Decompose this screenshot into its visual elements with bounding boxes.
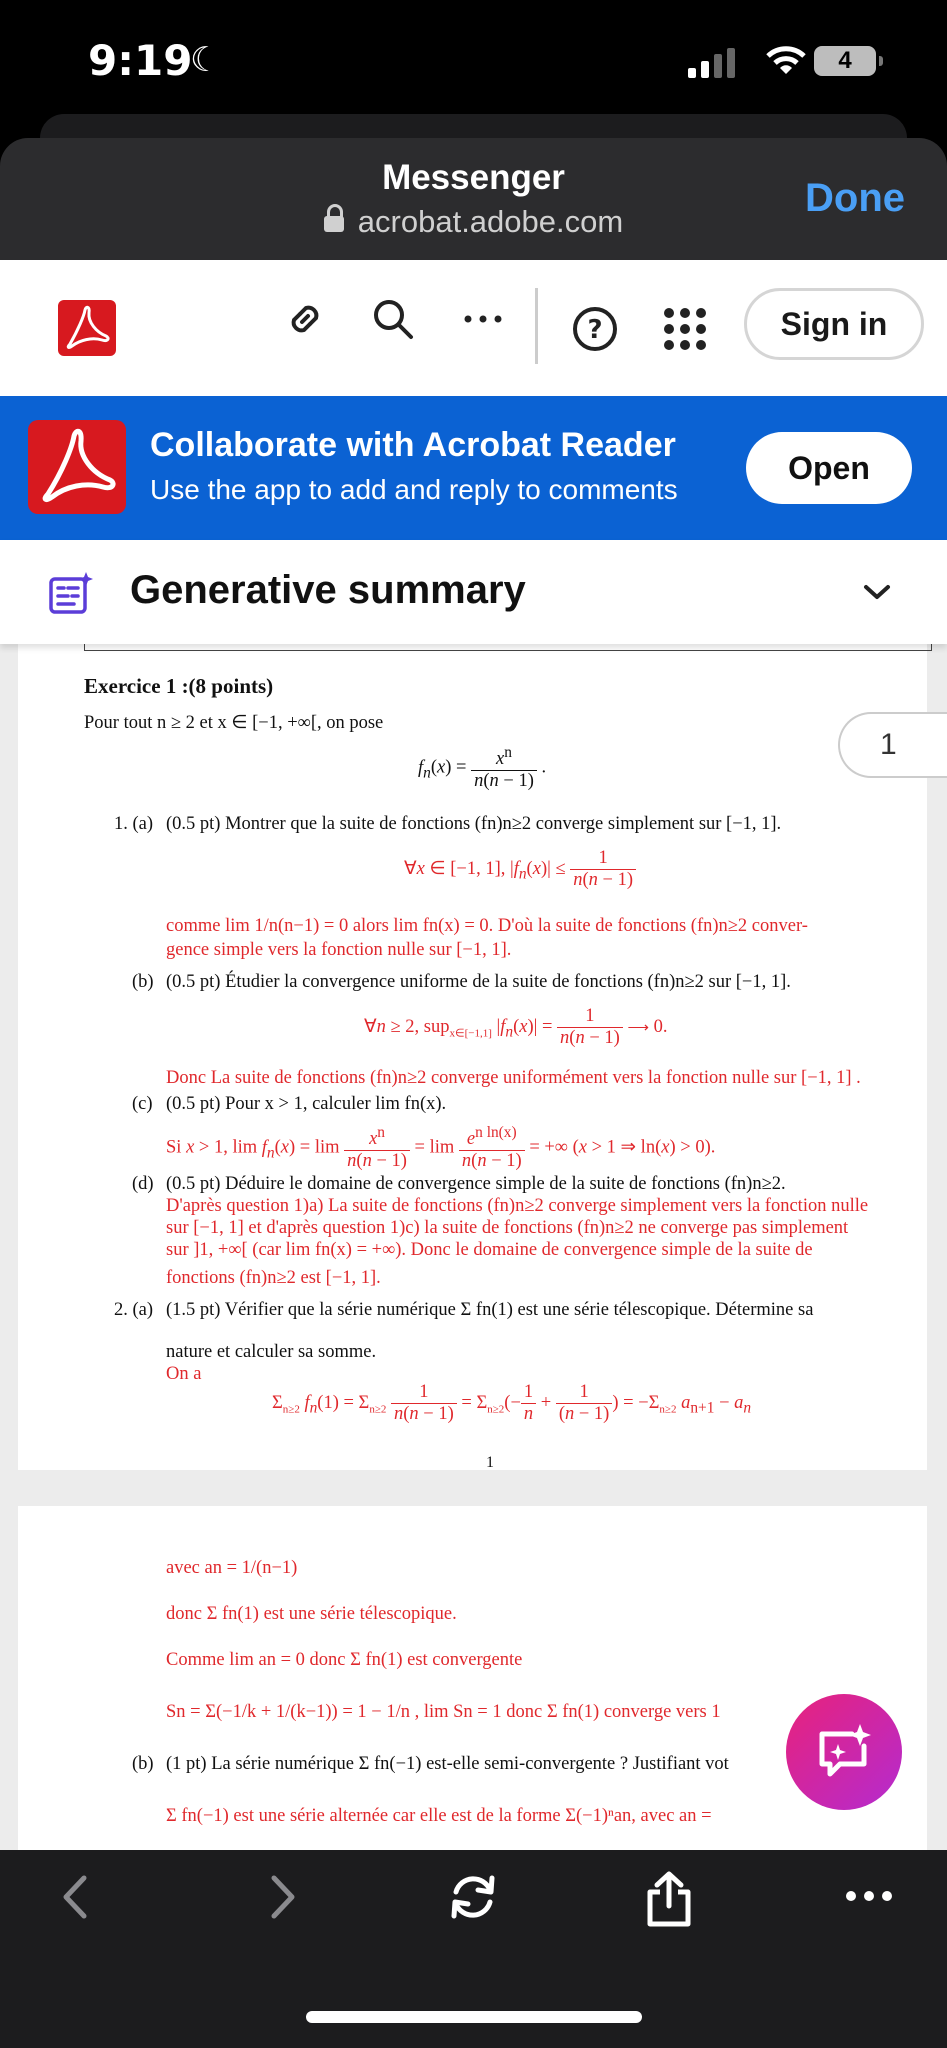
lock-icon bbox=[323, 204, 344, 232]
p2-sn: Sn = Σ(−1/k + 1/(k−1)) = 1 − 1/n , lim S… bbox=[166, 1702, 721, 1722]
q1c-label: (c) bbox=[132, 1094, 153, 1114]
share-icon[interactable] bbox=[644, 1870, 694, 1928]
exercise-title: Exercice 1 :(8 points) bbox=[84, 674, 274, 698]
chevron-down-icon[interactable] bbox=[860, 580, 894, 604]
reader-banner: Collaborate with Acrobat Reader Use the … bbox=[0, 396, 947, 540]
done-button[interactable]: Done bbox=[805, 176, 905, 221]
acrobat-reader-logo-icon bbox=[28, 420, 126, 514]
ai-assistant-button[interactable] bbox=[786, 1694, 902, 1810]
q1a-label: 1. (a) bbox=[114, 814, 154, 834]
link-icon[interactable] bbox=[282, 296, 328, 342]
p2-donc: donc Σ fn(1) est une série télescopique. bbox=[166, 1604, 457, 1624]
open-app-button[interactable]: Open bbox=[746, 432, 912, 504]
q1b-text: (0.5 pt) Étudier la convergence uniforme… bbox=[166, 972, 791, 992]
a1a-bound: ∀x ∈ [−1, 1], |fn(x)| ≤ 1 n(n − 1) bbox=[404, 848, 636, 892]
q1d-label: (d) bbox=[132, 1174, 154, 1194]
a2b-text: Σ fn(−1) est une série alternée car elle… bbox=[166, 1806, 712, 1826]
q1c-text: (0.5 pt) Pour x > 1, calculer lim fn(x). bbox=[166, 1094, 447, 1114]
toolbar-divider bbox=[535, 288, 538, 364]
q1a-text: (0.5 pt) Montrer que la suite de fonctio… bbox=[166, 814, 782, 834]
q2a-line2: nature et calculer sa somme. bbox=[166, 1342, 377, 1362]
clock: 9:19 bbox=[88, 36, 193, 85]
browser-header: Messenger acrobat.adobe.com Done bbox=[0, 138, 947, 260]
ai-chat-icon bbox=[819, 1724, 871, 1777]
a1b-text: Donc La suite de fonctions (fn)n≥2 conve… bbox=[166, 1068, 861, 1088]
q2b-text: (1 pt) La série numérique Σ fn(−1) est-e… bbox=[166, 1754, 729, 1774]
svg-text:?: ? bbox=[587, 315, 602, 345]
p2-avec: avec an = 1/(n−1) bbox=[166, 1558, 298, 1578]
more-options-icon[interactable] bbox=[844, 1876, 894, 1916]
back-icon[interactable] bbox=[56, 1870, 96, 1924]
a1a-line1: comme lim 1/n(n−1) = 0 alors lim fn(x) =… bbox=[166, 916, 808, 936]
pdf-page-1: Exercice 1 :(8 points) Pour tout n ≥ 2 e… bbox=[18, 644, 932, 1471]
banner-subtitle: Use the app to add and reply to comments bbox=[150, 474, 678, 505]
pdf-viewer[interactable]: Exercice 1 :(8 points) Pour tout n ≥ 2 e… bbox=[0, 644, 947, 1850]
acrobat-logo-icon[interactable] bbox=[58, 300, 116, 356]
wifi-icon bbox=[766, 46, 806, 74]
banner-title: Collaborate with Acrobat Reader bbox=[150, 426, 676, 464]
moon-icon: ☾ bbox=[190, 41, 221, 79]
reload-icon[interactable] bbox=[446, 1870, 500, 1924]
search-icon[interactable] bbox=[370, 296, 416, 342]
page-indicator[interactable]: 1 bbox=[838, 712, 947, 778]
q1d-text: (0.5 pt) Déduire le domaine de convergen… bbox=[166, 1174, 786, 1194]
url-text: acrobat.adobe.com bbox=[357, 204, 624, 239]
a1d-line1: D'après question 1)a) La suite de foncti… bbox=[166, 1196, 869, 1216]
a1d-line2: sur [−1, 1] et d'après question 1)c) la … bbox=[166, 1218, 849, 1238]
more-icon[interactable] bbox=[460, 296, 506, 342]
generative-summary-bar[interactable]: Generative summary bbox=[0, 540, 947, 644]
battery-icon: 4 bbox=[814, 46, 883, 76]
p2-comme: Comme lim an = 0 donc Σ fn(1) est conver… bbox=[166, 1650, 523, 1670]
a2a-on: On a bbox=[166, 1364, 202, 1384]
sign-in-button[interactable]: Sign in bbox=[744, 288, 924, 360]
q2a-label: 2. (a) bbox=[114, 1300, 154, 1320]
ai-summary-icon bbox=[49, 572, 93, 614]
a1d-line4: fonctions (fn)n≥2 est [−1, 1]. bbox=[166, 1268, 381, 1288]
a1d-line3: sur ]1, +∞[ (car lim fn(x) = +∞). Donc l… bbox=[166, 1240, 813, 1260]
a1b-sup: ∀n ≥ 2, supx∈[−1,1] |fn(x)| = 1 n(n − 1) … bbox=[364, 1006, 668, 1049]
fn-definition: fn(x) = xn n(n − 1) . bbox=[418, 744, 547, 792]
home-indicator[interactable] bbox=[306, 2011, 642, 2023]
generative-summary-title: Generative summary bbox=[130, 568, 526, 612]
a1c-limit: Si x > 1, lim fn(x) = lim xn n(n − 1) = l… bbox=[166, 1124, 716, 1172]
status-bar: 9:19 ☾ 4 bbox=[0, 0, 947, 120]
signal-icon bbox=[688, 48, 735, 78]
box-bottom-edge bbox=[84, 644, 932, 651]
page-number: 1 bbox=[486, 1454, 494, 1471]
apps-grid-icon[interactable] bbox=[662, 306, 708, 352]
forward-icon[interactable] bbox=[262, 1870, 302, 1924]
q1b-label: (b) bbox=[132, 972, 154, 992]
help-icon[interactable]: ? bbox=[572, 306, 618, 352]
exercise-intro: Pour tout n ≥ 2 et x ∈ [−1, +∞[, on pose bbox=[84, 713, 384, 733]
pdf-page-2: avec an = 1/(n−1) donc Σ fn(1) est une s… bbox=[18, 1506, 927, 1850]
q2b-label: (b) bbox=[132, 1754, 154, 1774]
q2a-line1: (1.5 pt) Vérifier que la série numérique… bbox=[166, 1300, 814, 1320]
a1a-line2: gence simple vers la fonction nulle sur … bbox=[166, 940, 512, 960]
a2a-telescopic-sum: Σn≥2 fn(1) = Σn≥2 1 n(n − 1) = Σn≥2(− 1 n +… bbox=[272, 1382, 752, 1425]
